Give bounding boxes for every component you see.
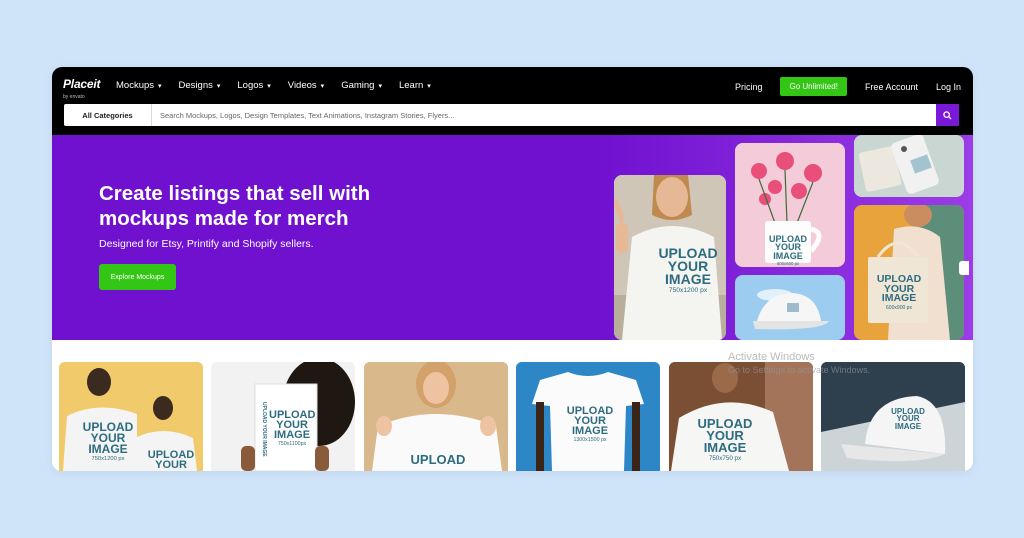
hero-phonecase-mockup[interactable] bbox=[854, 135, 964, 197]
mockup-card[interactable]: UPLOAD YOUR IMAGE bbox=[821, 362, 965, 471]
menu-label: Learn bbox=[398, 80, 424, 91]
hero-subtitle: Designed for Etsy, Printify and Shopify … bbox=[99, 238, 314, 250]
menu-label: Mockups bbox=[116, 80, 155, 91]
logo-text: Placeit bbox=[63, 77, 101, 91]
carousel-next-icon[interactable] bbox=[959, 261, 969, 275]
upload-line: IMAGE bbox=[703, 439, 747, 455]
chevron-down-icon: ▾ bbox=[267, 82, 271, 90]
upload-line: IMAGE bbox=[881, 292, 917, 305]
upload-placeholder-text: UPLOAD bbox=[408, 452, 468, 467]
upload-size: 750x1100px bbox=[277, 441, 307, 448]
upload-line: IMAGE bbox=[273, 429, 311, 442]
menu-label: Videos bbox=[287, 80, 317, 91]
menu-item-designs[interactable]: Designs ▾ bbox=[179, 80, 221, 91]
search-icon bbox=[943, 110, 952, 120]
windows-activation-watermark: Activate Windows Go to Settings to activ… bbox=[728, 351, 870, 377]
upload-line: IMAGE bbox=[571, 425, 609, 438]
upload-placeholder-text: UPLOAD YOUR IMAGE 750x1200 px bbox=[81, 421, 135, 463]
upload-placeholder-text: UPLOAD YOUR IMAGE bbox=[891, 408, 925, 431]
placeit-logo[interactable]: Placeit by envato bbox=[63, 78, 100, 103]
go-unlimited-button[interactable]: Go Unlimited! bbox=[780, 77, 847, 96]
chevron-down-icon: ▾ bbox=[427, 82, 431, 90]
upload-size: 1300x1500 px bbox=[573, 437, 607, 444]
login-link[interactable]: Log In bbox=[936, 82, 961, 92]
menu-label: Gaming bbox=[341, 80, 375, 91]
menu-item-learn[interactable]: Learn ▾ bbox=[399, 80, 431, 91]
hero-title: Create listings that sell with mockups m… bbox=[99, 182, 371, 230]
hero-tote-mockup[interactable]: UPLOAD YOUR IMAGE 600x900 px bbox=[854, 205, 964, 340]
search-input[interactable] bbox=[160, 104, 932, 126]
upload-placeholder-text: UPLOAD YOUR bbox=[147, 450, 195, 471]
phone-case-image bbox=[854, 135, 964, 197]
mockup-card[interactable]: UPLOAD YOUR IMAGE 750x1200 px UPLOAD YOU… bbox=[59, 362, 203, 471]
upload-size: 600x600 px bbox=[776, 260, 800, 266]
upload-placeholder-text: UPLOAD YOUR IMAGE 600x600 px bbox=[768, 235, 808, 266]
upload-line: IMAGE bbox=[894, 421, 922, 431]
upload-size: 600x900 px bbox=[885, 304, 913, 311]
upload-placeholder-text: UPLOAD YOUR IMAGE 750x750 px bbox=[697, 417, 753, 462]
category-select[interactable]: All Categories bbox=[64, 104, 152, 126]
hero-banner: Create listings that sell with mockups m… bbox=[52, 135, 973, 340]
hero-cap-mockup[interactable] bbox=[735, 275, 845, 340]
upload-size: 750x750 px bbox=[708, 454, 742, 462]
book-spine-text: UPLOAD YOUR IMAGE bbox=[261, 402, 267, 457]
upload-size: 750x1200 px bbox=[668, 286, 708, 294]
main-menu: Mockups ▾ Designs ▾ Logos ▾ Videos ▾ Gam… bbox=[116, 80, 448, 91]
top-navigation: Placeit by envato Mockups ▾ Designs ▾ Lo… bbox=[52, 67, 973, 135]
upload-line: IMAGE bbox=[665, 270, 711, 287]
watermark-line1: Activate Windows bbox=[728, 351, 815, 363]
explore-mockups-button[interactable]: Explore Mockups bbox=[99, 264, 176, 290]
browser-frame: Placeit by envato Mockups ▾ Designs ▾ Lo… bbox=[52, 67, 973, 471]
menu-item-logos[interactable]: Logos ▾ bbox=[237, 80, 270, 91]
chevron-down-icon: ▾ bbox=[216, 82, 221, 90]
upload-line: IMAGE bbox=[88, 442, 128, 457]
logo-subtext: by envato bbox=[63, 94, 85, 100]
menu-label: Logos bbox=[237, 80, 264, 91]
mockup-card[interactable]: UPLOAD bbox=[364, 362, 508, 471]
menu-item-gaming[interactable]: Gaming ▾ bbox=[341, 80, 382, 91]
upload-placeholder-text: UPLOAD YOUR IMAGE 1300x1500 px bbox=[566, 406, 614, 443]
chevron-down-icon: ▾ bbox=[158, 82, 162, 90]
cap-image bbox=[735, 275, 845, 340]
menu-label: Designs bbox=[178, 80, 213, 91]
mockup-card[interactable]: UPLOAD YOUR IMAGE UPLOAD YOUR IMAGE 750x… bbox=[211, 362, 355, 471]
mockup-card[interactable]: UPLOAD YOUR IMAGE 1300x1500 px bbox=[516, 362, 660, 471]
free-account-link[interactable]: Free Account bbox=[865, 82, 918, 92]
search-button[interactable] bbox=[936, 104, 959, 126]
menu-item-mockups[interactable]: Mockups ▾ bbox=[116, 80, 162, 91]
upload-line: YOUR bbox=[155, 459, 187, 471]
chevron-down-icon: ▾ bbox=[320, 82, 325, 90]
upload-line: IMAGE bbox=[773, 250, 803, 261]
upload-size: 750x1200 px bbox=[91, 456, 125, 463]
mockup-card[interactable]: UPLOAD YOUR IMAGE 750x750 px bbox=[669, 362, 813, 471]
hero-tshirt-mockup[interactable]: UPLOAD YOUR IMAGE 750x1200 px bbox=[614, 175, 726, 340]
upload-placeholder-text: UPLOAD YOUR IMAGE 600x900 px bbox=[874, 274, 924, 311]
menu-item-videos[interactable]: Videos ▾ bbox=[288, 80, 324, 91]
watermark-line2: Go to Settings to activate Windows. bbox=[728, 365, 871, 375]
search-bar: All Categories bbox=[64, 104, 959, 126]
account-links: Pricing Go Unlimited! Free Account Log I… bbox=[717, 77, 961, 96]
upload-line: UPLOAD bbox=[410, 452, 466, 467]
upload-placeholder-text: UPLOAD YOUR IMAGE 750x1100px bbox=[269, 410, 315, 447]
pricing-link[interactable]: Pricing bbox=[735, 82, 763, 92]
hero-mug-mockup[interactable]: UPLOAD YOUR IMAGE 600x600 px bbox=[735, 143, 845, 267]
upload-placeholder-text: UPLOAD YOUR IMAGE 750x1200 px bbox=[652, 246, 724, 294]
chevron-down-icon: ▾ bbox=[378, 82, 382, 90]
